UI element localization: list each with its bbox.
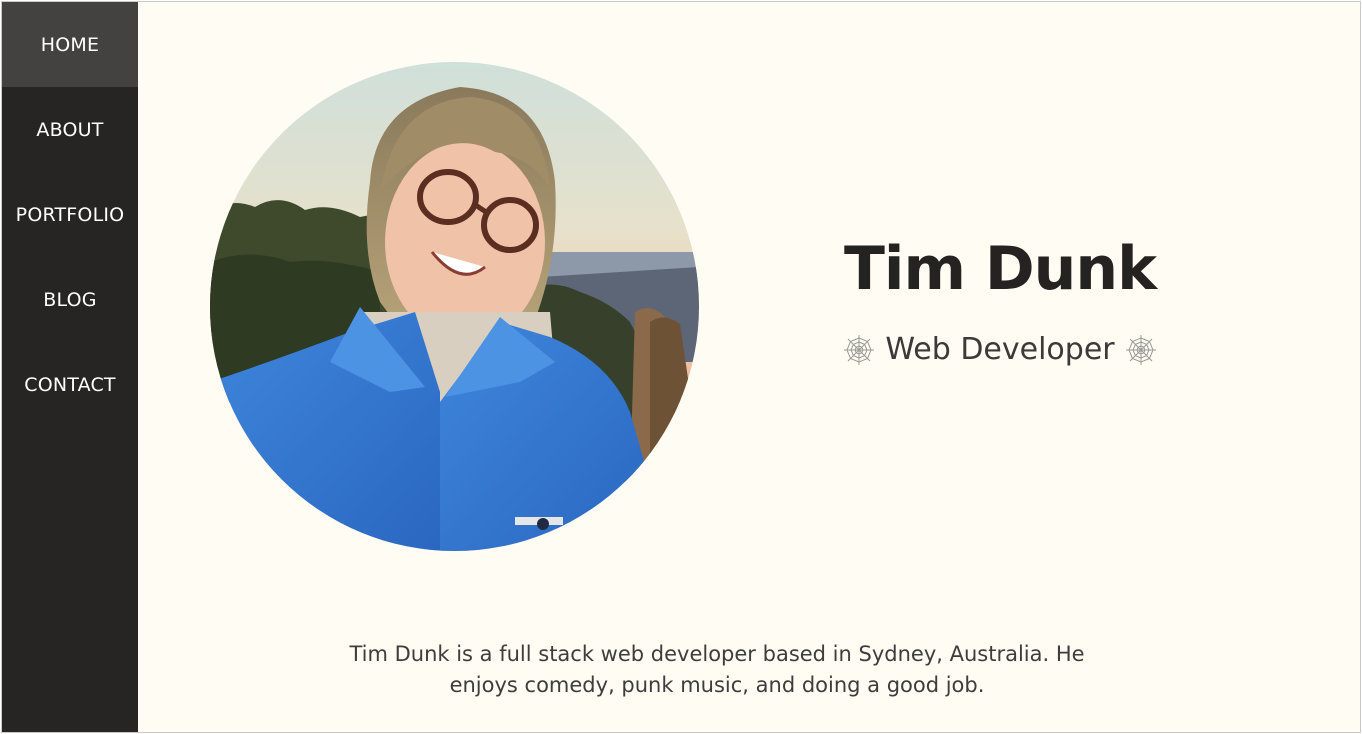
hero-role-label: Web Developer [885,332,1115,367]
spiderweb-icon [1125,334,1157,366]
hero-role: Web Developer [702,332,1298,367]
bio-line-2: enjoys comedy, punk music, and doing a g… [449,673,985,697]
nav-item-about[interactable]: ABOUT [2,87,138,172]
nav-item-home[interactable]: HOME [2,2,138,87]
nav-item-portfolio[interactable]: PORTFOLIO [2,172,138,257]
profile-photo-illustration [210,62,699,551]
spiderweb-icon [843,334,875,366]
bio-text: Tim Dunk is a full stack web developer b… [302,639,1132,701]
sidebar-nav: HOME ABOUT PORTFOLIO BLOG CONTACT [2,2,138,732]
bio-line-1: Tim Dunk is a full stack web developer b… [349,642,1085,666]
page-frame: HOME ABOUT PORTFOLIO BLOG CONTACT Tim Du… [1,1,1361,733]
nav-item-contact[interactable]: CONTACT [2,342,138,427]
nav-item-blog[interactable]: BLOG [2,257,138,342]
hero-name: Tim Dunk [843,234,1157,304]
profile-photo [210,62,699,551]
